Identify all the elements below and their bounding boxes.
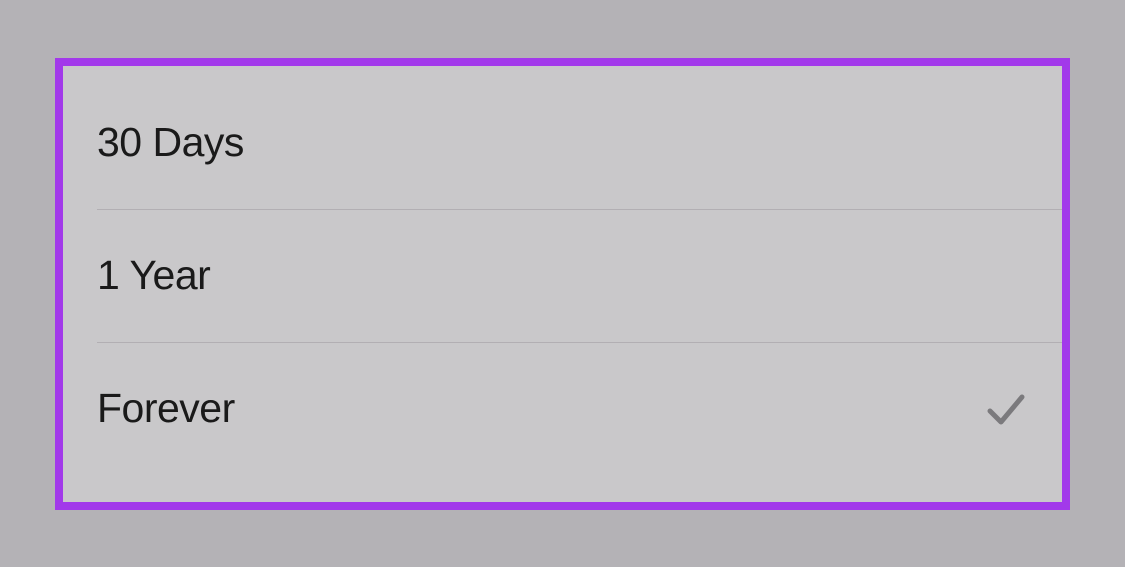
option-30-days[interactable]: 30 Days bbox=[63, 76, 1062, 209]
option-forever[interactable]: Forever bbox=[97, 342, 1062, 475]
duration-options-list: 30 Days 1 Year Forever bbox=[63, 76, 1062, 475]
settings-options-panel: 30 Days 1 Year Forever bbox=[55, 58, 1070, 510]
checkmark-icon bbox=[984, 387, 1028, 431]
option-label: Forever bbox=[97, 385, 235, 432]
option-label: 1 Year bbox=[97, 252, 210, 299]
option-label: 30 Days bbox=[97, 119, 244, 166]
option-1-year[interactable]: 1 Year bbox=[97, 209, 1062, 342]
